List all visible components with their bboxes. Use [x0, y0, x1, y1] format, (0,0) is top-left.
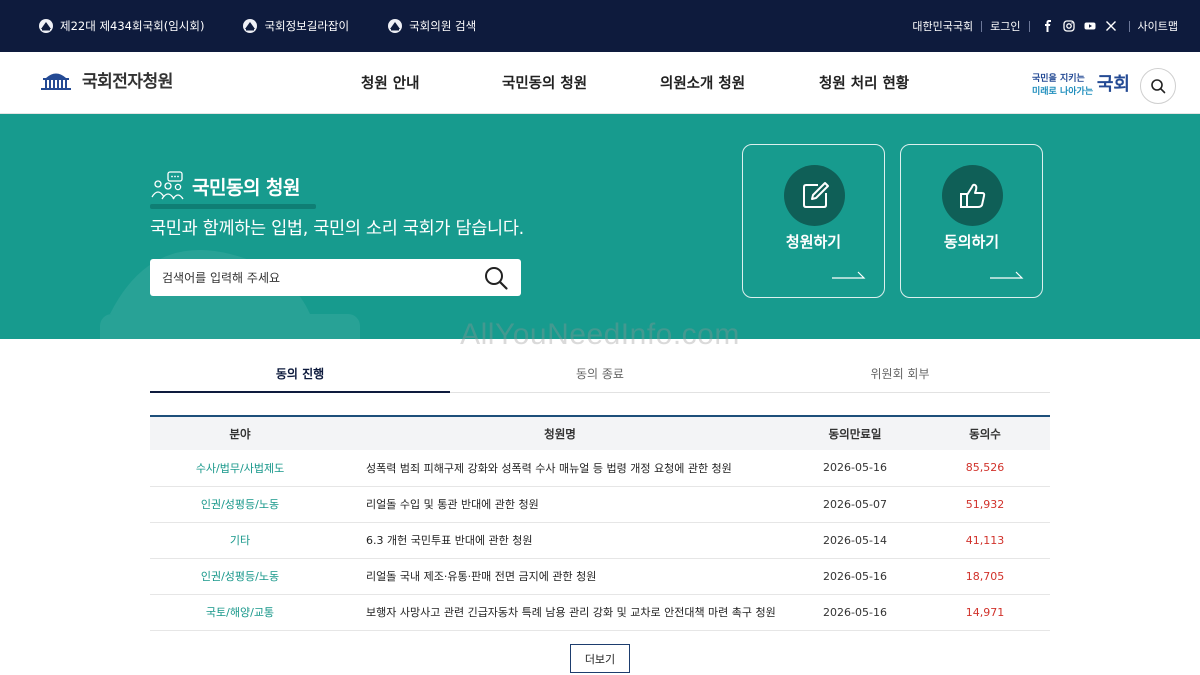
hero-title: 국민동의 청원 [192, 176, 301, 199]
row-title[interactable]: 리얼돌 수입 및 통관 반대에 관한 청원 [330, 486, 790, 523]
site-header: 국회전자청원 청원 안내 국민동의 청원 의원소개 청원 청원 처리 현황 국민… [0, 52, 1200, 114]
info-guide-label: 국회정보길라잡이 [264, 19, 350, 33]
thumbs-up-icon-circle [942, 165, 1003, 226]
assembly-home-link[interactable]: 대한민국국회 [912, 18, 973, 34]
header-search-button[interactable] [1140, 68, 1176, 104]
divider [981, 20, 983, 32]
row-category: 기타 [150, 522, 330, 559]
row-consent-count: 85,526 [920, 450, 1050, 487]
petition-create-card[interactable]: 청원하기 [742, 144, 885, 298]
assembly-emblem-icon [388, 19, 403, 33]
session-link[interactable]: 제22대 제434회국회(임시회) [38, 18, 204, 34]
login-link[interactable]: 로그인 [990, 18, 1020, 34]
more-button[interactable]: 더보기 [570, 644, 630, 673]
main-navigation: 청원 안내 국민동의 청원 의원소개 청원 청원 처리 현황 [0, 52, 1200, 114]
slogan-line1: 국민을 지키는 [1032, 74, 1085, 84]
x-icon[interactable] [1105, 20, 1117, 32]
assembly-emblem-icon [39, 19, 53, 33]
member-search-link[interactable]: 국회의원 검색 [387, 18, 476, 34]
table-row[interactable]: 국토/해양/교통 보행자 사망사고 관련 긴급자동차 특례 남용 관리 강화 및… [150, 594, 1050, 631]
youtube-icon[interactable] [1084, 20, 1096, 32]
petition-consent-label: 동의하기 [943, 233, 1000, 251]
top-right-links: 대한민국국회 로그인 사이트맵 [912, 0, 1178, 52]
search-icon [1151, 79, 1166, 94]
sitemap-link[interactable]: 사이트맵 [1138, 18, 1178, 34]
petition-search-input[interactable] [162, 259, 482, 296]
row-title[interactable]: 6.3 개헌 국민투표 반대에 관한 청원 [330, 522, 790, 559]
table-row[interactable]: 인권/성평등/노동 리얼돌 수입 및 통관 반대에 관한 청원 2026-05-… [150, 486, 1050, 523]
table-row[interactable]: 인권/성평등/노동 리얼돌 국내 제조·유통·판매 전면 금지에 관한 청원 2… [150, 558, 1050, 595]
divider [1128, 20, 1130, 32]
table-header-row: 분야 청원명 동의만료일 동의수 [150, 416, 1050, 450]
row-category: 인권/성평등/노동 [150, 486, 330, 523]
row-title[interactable]: 리얼돌 국내 제조·유통·판매 전면 금지에 관한 청원 [330, 558, 790, 595]
column-header-count: 동의수 [920, 416, 1050, 450]
nav-public-consent-petition[interactable]: 국민동의 청원 [502, 72, 587, 93]
column-header-expiry: 동의만료일 [790, 416, 920, 450]
tab-consent-closed[interactable]: 동의 종료 [450, 352, 750, 392]
nav-petition-status[interactable]: 청원 처리 현황 [819, 72, 909, 93]
arrow-right-icon [990, 271, 1024, 279]
logo-text: 국회전자청원 [82, 72, 173, 92]
hero-title-underline [150, 204, 316, 209]
row-expiry-date: 2026-05-14 [790, 522, 920, 559]
column-header-title: 청원명 [330, 416, 790, 450]
nav-member-introduced-petition[interactable]: 의원소개 청원 [660, 72, 745, 93]
tab-committee-referral[interactable]: 위원회 회부 [750, 352, 1050, 392]
slogan-mark: 국회 [1096, 74, 1130, 95]
info-guide-link[interactable]: 국회정보길라잡이 [242, 18, 349, 34]
top-utility-bar: 제22대 제434회국회(임시회) 국회정보길라잡이 국회의원 검색 대한민국국… [0, 0, 1200, 52]
row-consent-count: 14,971 [920, 594, 1050, 631]
row-expiry-date: 2026-05-07 [790, 486, 920, 523]
nav-petition-guide[interactable]: 청원 안내 [361, 72, 419, 93]
row-consent-count: 41,113 [920, 522, 1050, 559]
instagram-icon[interactable] [1062, 20, 1075, 32]
assembly-slogan: 국민을 지키는 미래로 나아가는 국회 [1032, 68, 1130, 98]
row-expiry-date: 2026-05-16 [790, 594, 920, 631]
petition-consent-card[interactable]: 동의하기 [900, 144, 1043, 298]
session-link-label: 제22대 제434회국회(임시회) [60, 19, 205, 33]
top-left-links: 제22대 제434회국회(임시회) 국회정보길라잡이 국회의원 검색 [38, 0, 514, 52]
assembly-building-icon [41, 73, 71, 90]
search-icon[interactable] [483, 265, 509, 291]
hero-subtitle: 국민과 함께하는 입법, 국민의 소리 국회가 담습니다. [150, 219, 524, 239]
petition-table: 분야 청원명 동의만료일 동의수 수사/법무/사법제도 성폭력 범죄 피해구제 … [150, 415, 1050, 631]
sns-links [1042, 20, 1117, 32]
hero-banner: 국민동의 청원 국민과 함께하는 입법, 국민의 소리 국회가 담습니다. 청원… [0, 114, 1200, 339]
member-search-label: 국회의원 검색 [409, 19, 477, 33]
row-category: 인권/성평등/노동 [150, 558, 330, 595]
petition-create-label: 청원하기 [785, 233, 842, 251]
row-expiry-date: 2026-05-16 [790, 558, 920, 595]
arrow-right-icon [832, 271, 866, 279]
hero-title-group: 국민동의 청원 [150, 171, 301, 201]
divider [1028, 20, 1030, 32]
assembly-emblem-icon [243, 19, 258, 33]
column-header-category: 분야 [150, 416, 330, 450]
tab-consent-in-progress[interactable]: 동의 진행 [150, 352, 450, 393]
pen-square-icon-circle [784, 165, 845, 226]
slogan-line2: 미래로 나아가는 [1032, 87, 1094, 97]
row-consent-count: 18,705 [920, 558, 1050, 595]
row-category: 수사/법무/사법제도 [150, 450, 330, 487]
petition-tabs: 동의 진행 동의 종료 위원회 회부 [150, 352, 1050, 393]
pen-square-icon [802, 181, 829, 208]
thumbs-up-icon [959, 183, 985, 208]
people-speech-icon [151, 171, 184, 200]
facebook-icon[interactable] [1042, 20, 1054, 32]
row-title[interactable]: 보행자 사망사고 관련 긴급자동차 특례 남용 관리 강화 및 교차로 안전대책… [330, 594, 790, 631]
table-row[interactable]: 기타 6.3 개헌 국민투표 반대에 관한 청원 2026-05-14 41,1… [150, 522, 1050, 559]
row-title[interactable]: 성폭력 범죄 피해구제 강화와 성폭력 수사 매뉴얼 등 법령 개정 요청에 관… [330, 450, 790, 487]
table-row[interactable]: 수사/법무/사법제도 성폭력 범죄 피해구제 강화와 성폭력 수사 매뉴얼 등 … [150, 450, 1050, 487]
site-logo[interactable]: 국회전자청원 [38, 67, 173, 92]
hero-search-box [150, 259, 521, 296]
row-expiry-date: 2026-05-16 [790, 450, 920, 487]
row-category: 국토/해양/교통 [150, 594, 330, 631]
row-consent-count: 51,932 [920, 486, 1050, 523]
